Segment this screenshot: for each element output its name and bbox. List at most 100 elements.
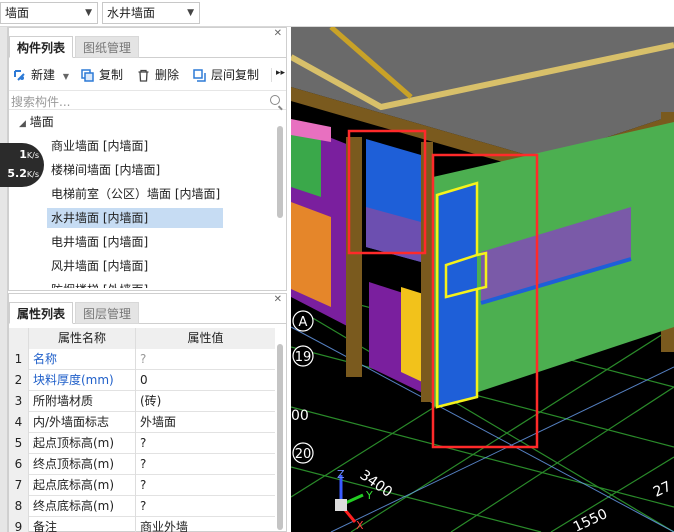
dimension-label-partial: 00 [291, 408, 309, 424]
category-select[interactable]: 墙面 ▼ [0, 2, 98, 24]
chevron-down-icon: ▼ [85, 8, 92, 18]
property-name: 起点顶标高(m) [29, 433, 136, 454]
tab-drawing-management[interactable]: 图纸管理 [75, 36, 140, 58]
tree-item-selected[interactable]: 水井墙面 [内墙面] [47, 208, 223, 228]
new-button[interactable]: 新建 ▼ [13, 66, 69, 84]
search-input[interactable]: 搜索构件... [11, 93, 70, 110]
new-button-label: 新建 [31, 68, 56, 82]
copy-icon [81, 69, 94, 82]
more-icon[interactable]: ▸▸ [276, 68, 285, 78]
tree-root-item[interactable]: ◢ 墙面 [19, 112, 54, 132]
property-scrollbar[interactable] [277, 344, 283, 530]
download-speed-value: 5.2 [7, 167, 27, 180]
table-row[interactable]: 7 起点底标高(m)? [9, 475, 275, 496]
network-speed-overlay: 1K/s 5.2K/s [0, 143, 44, 187]
header-index [9, 328, 29, 349]
left-panel: ✕ 构件列表 图纸管理 新建 ▼ 复制 删除 层间复制 ▸▸ 搜索构件... ◢… [0, 27, 291, 532]
axis-label-20: 20 [295, 447, 312, 462]
table-row[interactable]: 1 名称? [9, 349, 275, 370]
tree-scrollbar[interactable] [277, 126, 283, 218]
property-name: 备注 [29, 517, 136, 532]
gizmo-y-label: Y [365, 489, 373, 502]
expand-arrow-icon[interactable]: ◢ [19, 119, 26, 129]
tree-root-label: 墙面 [29, 115, 54, 129]
property-value[interactable]: ? [136, 349, 275, 370]
tab-component-list[interactable]: 构件列表 [9, 36, 74, 58]
table-row[interactable]: 8 终点底标高(m)? [9, 496, 275, 517]
table-row[interactable]: 9 备注 商业外墙 [9, 517, 275, 532]
tree-item[interactable]: 楼梯间墙面 [内墙面] [47, 160, 164, 180]
3d-scene: A 19 20 00 3400 1550 27 Z Y X [291, 27, 674, 532]
app-root: 墙面 ▼ 水井墙面 ▼ ✕ 构件列表 图纸管理 新建 ▼ 复制 删除 层间复制 … [0, 0, 674, 532]
top-selector-bar: 墙面 ▼ 水井墙面 ▼ [0, 0, 674, 27]
upload-speed: 1K/s [19, 148, 39, 161]
gizmo-x-label: X [356, 519, 364, 532]
tree-item[interactable]: 商业墙面 [内墙面] [47, 136, 152, 156]
row-index: 8 [9, 496, 29, 517]
new-icon [13, 69, 26, 82]
row-index: 6 [9, 454, 29, 475]
type-select[interactable]: 水井墙面 ▼ [102, 2, 200, 24]
table-row[interactable]: 6 终点顶标高(m)? [9, 454, 275, 475]
floor-copy-button-label: 层间复制 [211, 68, 260, 82]
gizmo-z-label: Z [337, 468, 345, 481]
tree-item[interactable]: 电梯前室（公区）墙面 [内墙面] [47, 184, 224, 204]
component-tabs: 构件列表 图纸管理 [9, 36, 286, 58]
row-index: 2 [9, 370, 29, 391]
property-name: 终点顶标高(m) [29, 454, 136, 475]
axis-label-19: 19 [295, 350, 312, 365]
table-header: 属性名称 属性值 [9, 328, 275, 349]
property-value[interactable]: (砖) [136, 391, 275, 412]
download-speed: 5.2K/s [7, 167, 39, 180]
tab-property-list[interactable]: 属性列表 [9, 302, 74, 324]
search-box[interactable]: 搜索构件... [9, 90, 286, 110]
upload-speed-unit: K/s [26, 151, 39, 160]
property-name: 名称 [29, 349, 136, 370]
tree-item[interactable]: 电井墙面 [内墙面] [47, 232, 152, 252]
left-dock-strip [0, 27, 8, 532]
property-value[interactable]: ? [136, 496, 275, 517]
tab-layer-management[interactable]: 图层管理 [75, 302, 140, 324]
copy-button-label: 复制 [99, 68, 124, 82]
upload-speed-value: 1 [19, 148, 27, 161]
property-value[interactable]: ? [136, 454, 275, 475]
delete-button[interactable]: 删除 [137, 66, 179, 84]
property-name: 所附墙材质 [29, 391, 136, 412]
property-value[interactable]: ? [136, 475, 275, 496]
property-name: 块料厚度(mm) [29, 370, 136, 391]
row-index: 1 [9, 349, 29, 370]
floor-copy-button[interactable]: 层间复制 [193, 66, 259, 84]
copy-button[interactable]: 复制 [81, 66, 123, 84]
tree-item[interactable]: 防烟楼梯 [外墙面] [47, 280, 152, 288]
table-row[interactable]: 4 内/外墙面标志 外墙面 [9, 412, 275, 433]
wall-orange [291, 202, 331, 307]
property-pane: ✕ 属性列表 图层管理 属性名称 属性值 1 名称? 2 块料厚度(mm) 0 3 所附墙材… [8, 293, 287, 532]
floor-copy-icon [193, 69, 206, 82]
row-index: 5 [9, 433, 29, 454]
property-name: 内/外墙面标志 [29, 412, 136, 433]
tree-item[interactable]: 风井墙面 [内墙面] [47, 256, 152, 276]
row-index: 9 [9, 517, 29, 532]
component-tree: ◢ 墙面 商业墙面 [内墙面] 楼梯间墙面 [内墙面] 电梯前室（公区）墙面 [… [9, 112, 286, 288]
property-name: 终点底标高(m) [29, 496, 136, 517]
property-value[interactable]: 商业外墙 [136, 517, 275, 532]
column [421, 142, 433, 402]
property-name: 起点底标高(m) [29, 475, 136, 496]
table-row[interactable]: 5 起点顶标高(m)? [9, 433, 275, 454]
dimension-label: 27 [651, 479, 674, 501]
component-list-pane: ✕ 构件列表 图纸管理 新建 ▼ 复制 删除 层间复制 ▸▸ 搜索构件... ◢… [8, 27, 287, 291]
search-icon[interactable] [270, 95, 280, 105]
download-speed-unit: K/s [26, 170, 39, 179]
header-name: 属性名称 [29, 328, 136, 349]
row-index: 7 [9, 475, 29, 496]
chevron-down-icon: ▼ [62, 72, 69, 81]
table-row[interactable]: 3 所附墙材质 (砖) [9, 391, 275, 412]
trash-icon [137, 69, 150, 82]
property-value[interactable]: ? [136, 433, 275, 454]
property-value[interactable]: 0 [136, 370, 275, 391]
property-value[interactable]: 外墙面 [136, 412, 275, 433]
property-tabs: 属性列表 图层管理 [9, 302, 286, 324]
table-row[interactable]: 2 块料厚度(mm) 0 [9, 370, 275, 391]
chevron-down-icon: ▼ [187, 8, 194, 18]
3d-viewport[interactable]: A 19 20 00 3400 1550 27 Z Y X [291, 27, 674, 532]
